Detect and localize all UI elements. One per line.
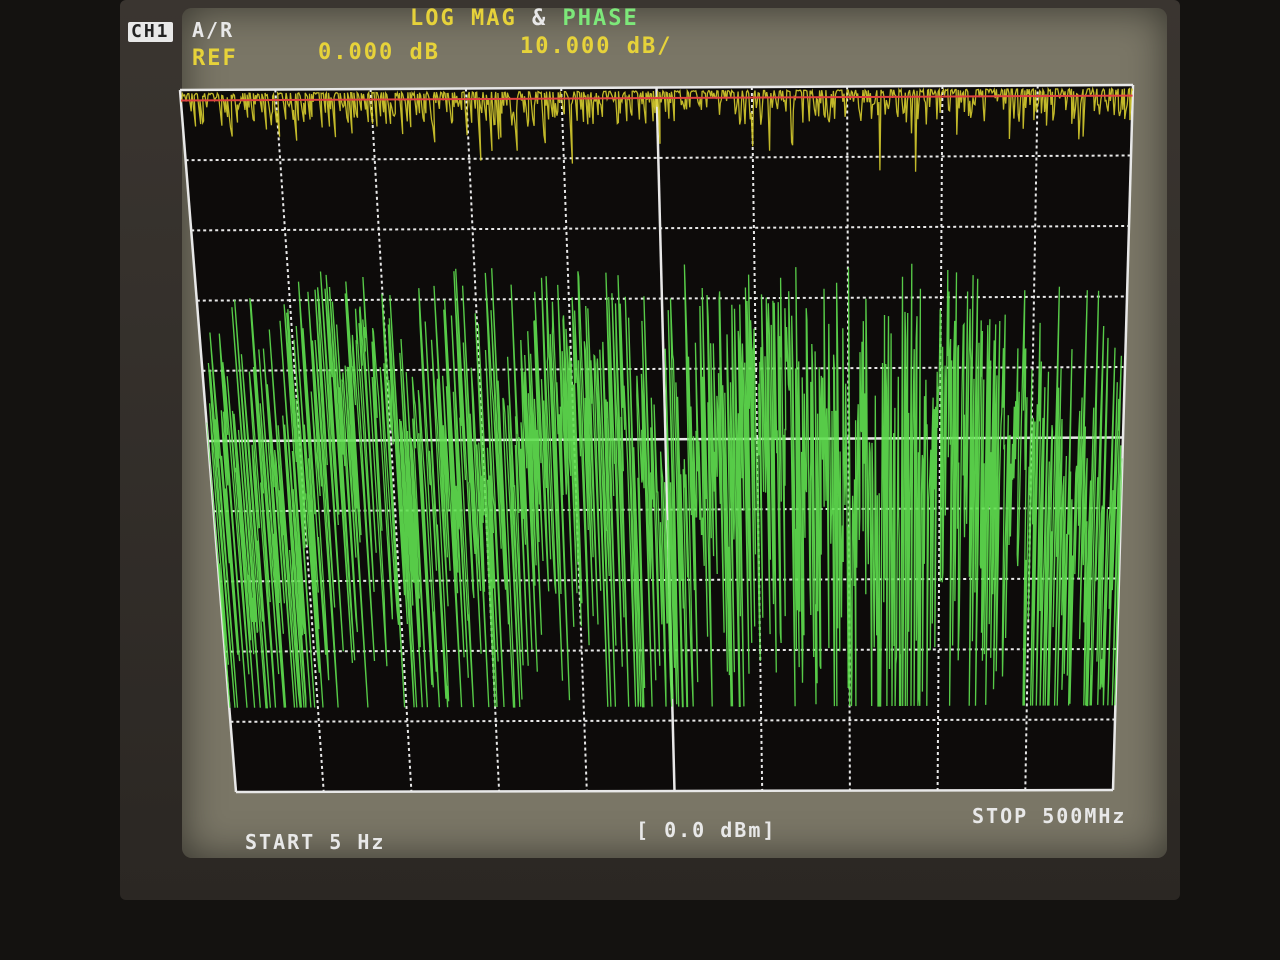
- scale-value: 10.000 dB/: [520, 34, 673, 59]
- format-label: LOG MAG & PHASE: [410, 8, 639, 30]
- ref-value: 0.000 dB: [318, 40, 440, 65]
- ref-label: REF: [192, 46, 238, 71]
- channel-badge: CH1: [128, 22, 173, 42]
- measurement-label: A/R: [192, 18, 235, 42]
- stop-frequency: STOP 500MHz: [972, 804, 1127, 828]
- format-logmag: LOG MAG: [410, 6, 517, 31]
- format-phase: PHASE: [562, 6, 639, 31]
- source-power: [ 0.0 dBm]: [636, 818, 777, 842]
- start-frequency: START 5 Hz: [245, 830, 386, 854]
- format-ampersand: &: [531, 6, 548, 31]
